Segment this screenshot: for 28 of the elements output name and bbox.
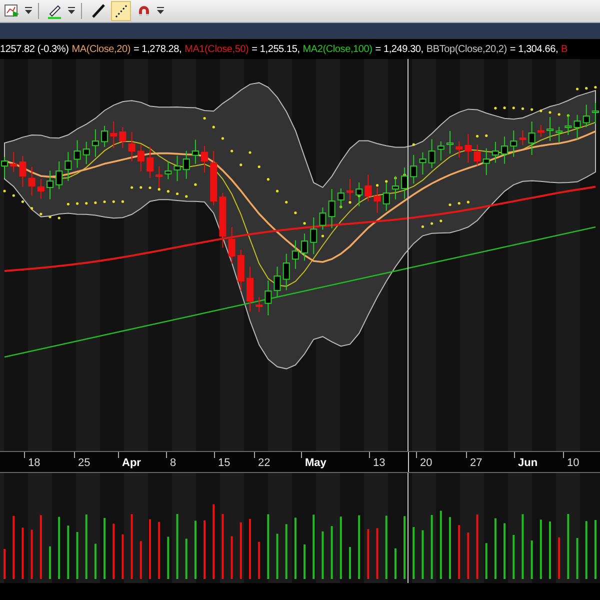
dropdown-caret-icon[interactable]	[25, 7, 32, 15]
legend-text: = 1,304.66,	[510, 44, 558, 54]
legend-text: MA2(Close,100)	[302, 44, 372, 54]
axis-label: 20	[420, 457, 432, 469]
legend-text: B	[561, 44, 568, 54]
axis-label: Jun	[518, 457, 538, 469]
legend-text: = 1,278.28,	[133, 44, 182, 54]
legend-text: MA1(Close,50)	[184, 44, 249, 54]
axis-label: 13	[373, 457, 386, 469]
legend-text: 1257.82 (-0.3%)	[0, 44, 69, 54]
axis-label: Apr	[122, 457, 141, 469]
axis-label: May	[305, 457, 326, 469]
legend-text: MA(Close,20)	[72, 44, 130, 54]
axis-label: 18	[28, 457, 40, 469]
axis-label: 15	[218, 457, 230, 469]
axis-label: 27	[470, 457, 482, 469]
chart-icon	[3, 2, 21, 20]
legend-text: = 1,249.30,	[375, 44, 424, 54]
legend-text: = 1,255.15,	[252, 44, 300, 54]
line-icon	[89, 2, 107, 20]
dropdown-caret-icon[interactable]	[68, 7, 75, 15]
axis-label: 8	[170, 457, 176, 469]
axis-label: 25	[78, 457, 90, 469]
dotted-tool-button[interactable]	[111, 1, 131, 21]
axis-label: 22	[258, 457, 270, 469]
legend-text: BBTop(Close,20,2)	[426, 44, 507, 54]
axis-label: 10	[567, 457, 580, 469]
dropdown-caret-icon[interactable]	[157, 7, 164, 15]
